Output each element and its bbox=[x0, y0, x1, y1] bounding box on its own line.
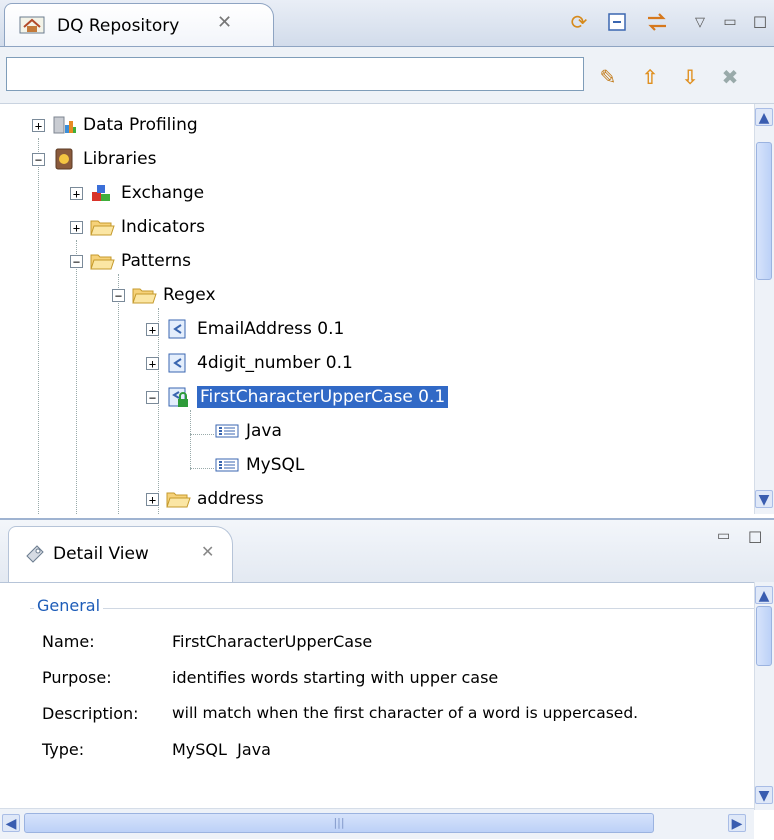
data-profiling-icon bbox=[53, 116, 76, 134]
close-icon[interactable]: ✕ bbox=[217, 12, 232, 33]
repository-tree: + Data Profiling − Libraries + Exchange … bbox=[0, 104, 754, 514]
dq-repository-view: DQ Repository ✕ ⟳ ▽ ▭ ☐ ✎ ⇧ ⇩ ✖ + Data P… bbox=[0, 0, 774, 518]
folder-icon bbox=[90, 254, 115, 270]
repository-home-icon bbox=[19, 16, 45, 34]
scroll-up-icon[interactable]: ▲ bbox=[755, 586, 773, 604]
purpose-label: Purpose: bbox=[42, 668, 112, 687]
expression-icon bbox=[215, 424, 239, 438]
tree-item-label: Exchange bbox=[121, 183, 205, 203]
tree-item-indicators[interactable]: + Indicators bbox=[70, 210, 205, 244]
up-arrow-icon[interactable]: ⇧ bbox=[636, 63, 664, 91]
collapse-icon[interactable]: − bbox=[112, 288, 125, 302]
tree-item-label: Libraries bbox=[83, 149, 157, 169]
pin-icon[interactable]: ✎ bbox=[594, 63, 622, 91]
minimize-icon[interactable]: ▭ bbox=[716, 8, 744, 36]
tree-item-label: 4digit_number 0.1 bbox=[197, 353, 353, 373]
tree-item-label: address bbox=[197, 489, 264, 509]
regex-pattern-icon bbox=[168, 353, 186, 373]
collapse-icon[interactable]: − bbox=[32, 152, 45, 166]
collapse-icon[interactable]: − bbox=[146, 390, 159, 404]
repository-tab-bar: DQ Repository ✕ ⟳ ▽ ▭ ☐ bbox=[0, 0, 774, 47]
scroll-left-icon[interactable]: ◀ bbox=[2, 814, 20, 832]
tree-item-mysql[interactable]: MySQL bbox=[214, 448, 304, 482]
libraries-icon bbox=[55, 148, 73, 170]
clear-icon[interactable]: ✖ bbox=[716, 63, 744, 91]
type-label: Type: bbox=[42, 740, 85, 759]
name-label: Name: bbox=[42, 632, 95, 651]
purpose-value: identifies words starting with upper cas… bbox=[172, 668, 499, 687]
description-value: will match when the first character of a… bbox=[172, 704, 639, 722]
down-arrow-icon[interactable]: ⇩ bbox=[676, 63, 704, 91]
tree-item-label: Indicators bbox=[121, 217, 205, 237]
horizontal-scroll-thumb[interactable]: ||| bbox=[24, 813, 654, 833]
tree-scroll-thumb[interactable] bbox=[756, 142, 772, 280]
exchange-icon bbox=[92, 185, 110, 201]
tree-item-java[interactable]: Java bbox=[214, 414, 282, 448]
tree-item-address[interactable]: + address bbox=[146, 482, 264, 514]
detail-view-icon bbox=[26, 545, 44, 563]
minimize-icon[interactable]: ▭ bbox=[717, 528, 730, 544]
link-with-editor-icon[interactable] bbox=[643, 8, 671, 36]
group-border bbox=[30, 608, 754, 609]
tree-item-data-profiling[interactable]: + Data Profiling bbox=[32, 108, 198, 142]
regex-pattern-icon bbox=[168, 319, 186, 339]
view-menu-icon[interactable]: ▽ bbox=[686, 8, 714, 36]
maximize-icon[interactable]: ☐ bbox=[748, 528, 762, 547]
expand-icon[interactable]: + bbox=[146, 492, 159, 506]
tree-item-patterns[interactable]: − Patterns bbox=[70, 244, 191, 278]
tab-label: DQ Repository bbox=[57, 16, 180, 36]
scroll-up-icon[interactable]: ▲ bbox=[755, 108, 773, 126]
collapse-icon[interactable]: − bbox=[70, 254, 83, 268]
filter-input[interactable] bbox=[6, 57, 584, 91]
tree-item-label: Regex bbox=[163, 285, 216, 305]
expand-icon[interactable]: + bbox=[70, 186, 83, 200]
tree-item-emailaddress[interactable]: + EmailAddress 0.1 bbox=[146, 312, 344, 346]
expand-icon[interactable]: + bbox=[146, 356, 159, 370]
tab-label: Detail View bbox=[53, 544, 149, 564]
sync-icon[interactable]: ⟳ bbox=[565, 8, 593, 36]
tree-item-label: MySQL bbox=[246, 455, 305, 475]
detail-tab-bar: Detail View ✕ ▭ ☐ bbox=[0, 520, 774, 583]
tree-item-exchange[interactable]: + Exchange bbox=[70, 176, 204, 210]
filter-toolbar: ✎ ⇧ ⇩ ✖ bbox=[0, 47, 774, 104]
tree-item-label: Patterns bbox=[121, 251, 192, 271]
scroll-right-icon[interactable]: ▶ bbox=[728, 814, 746, 832]
folder-icon bbox=[132, 288, 157, 304]
maximize-icon[interactable]: ☐ bbox=[746, 8, 774, 36]
expand-icon[interactable]: + bbox=[70, 220, 83, 234]
tree-item-label: Java bbox=[246, 421, 282, 441]
tree-item-libraries[interactable]: − Libraries bbox=[32, 142, 156, 176]
type-value: MySQL Java bbox=[172, 740, 271, 759]
collapse-all-icon[interactable] bbox=[603, 8, 631, 36]
detail-view: Detail View ✕ ▭ ☐ General Name: FirstCha… bbox=[0, 518, 774, 840]
expand-icon[interactable]: + bbox=[32, 118, 45, 132]
locked-pattern-icon bbox=[168, 387, 188, 407]
folder-icon bbox=[90, 220, 115, 236]
folder-icon bbox=[166, 492, 191, 508]
scroll-down-icon[interactable]: ▼ bbox=[755, 490, 773, 508]
description-label: Description: bbox=[42, 704, 139, 723]
close-icon[interactable]: ✕ bbox=[201, 542, 214, 561]
scroll-down-icon[interactable]: ▼ bbox=[755, 786, 773, 804]
tree-item-label: EmailAddress 0.1 bbox=[197, 319, 345, 339]
tab-detail-view[interactable]: Detail View ✕ bbox=[8, 526, 233, 582]
tree-item-label: FirstCharacterUpperCase 0.1 bbox=[197, 386, 449, 408]
tree-item-4digit-number[interactable]: + 4digit_number 0.1 bbox=[146, 346, 353, 380]
detail-scroll-thumb[interactable] bbox=[756, 606, 772, 666]
tab-dq-repository[interactable]: DQ Repository ✕ bbox=[4, 3, 274, 46]
expression-icon bbox=[215, 458, 239, 472]
name-value: FirstCharacterUpperCase bbox=[172, 632, 373, 651]
expand-icon[interactable]: + bbox=[146, 322, 159, 336]
tree-item-firstcharacteruppercase[interactable]: − FirstCharacterUpperCase 0.1 bbox=[146, 380, 449, 414]
tree-item-label: Data Profiling bbox=[83, 115, 198, 135]
tree-item-regex[interactable]: − Regex bbox=[112, 278, 216, 312]
group-title-general: General bbox=[34, 596, 104, 615]
